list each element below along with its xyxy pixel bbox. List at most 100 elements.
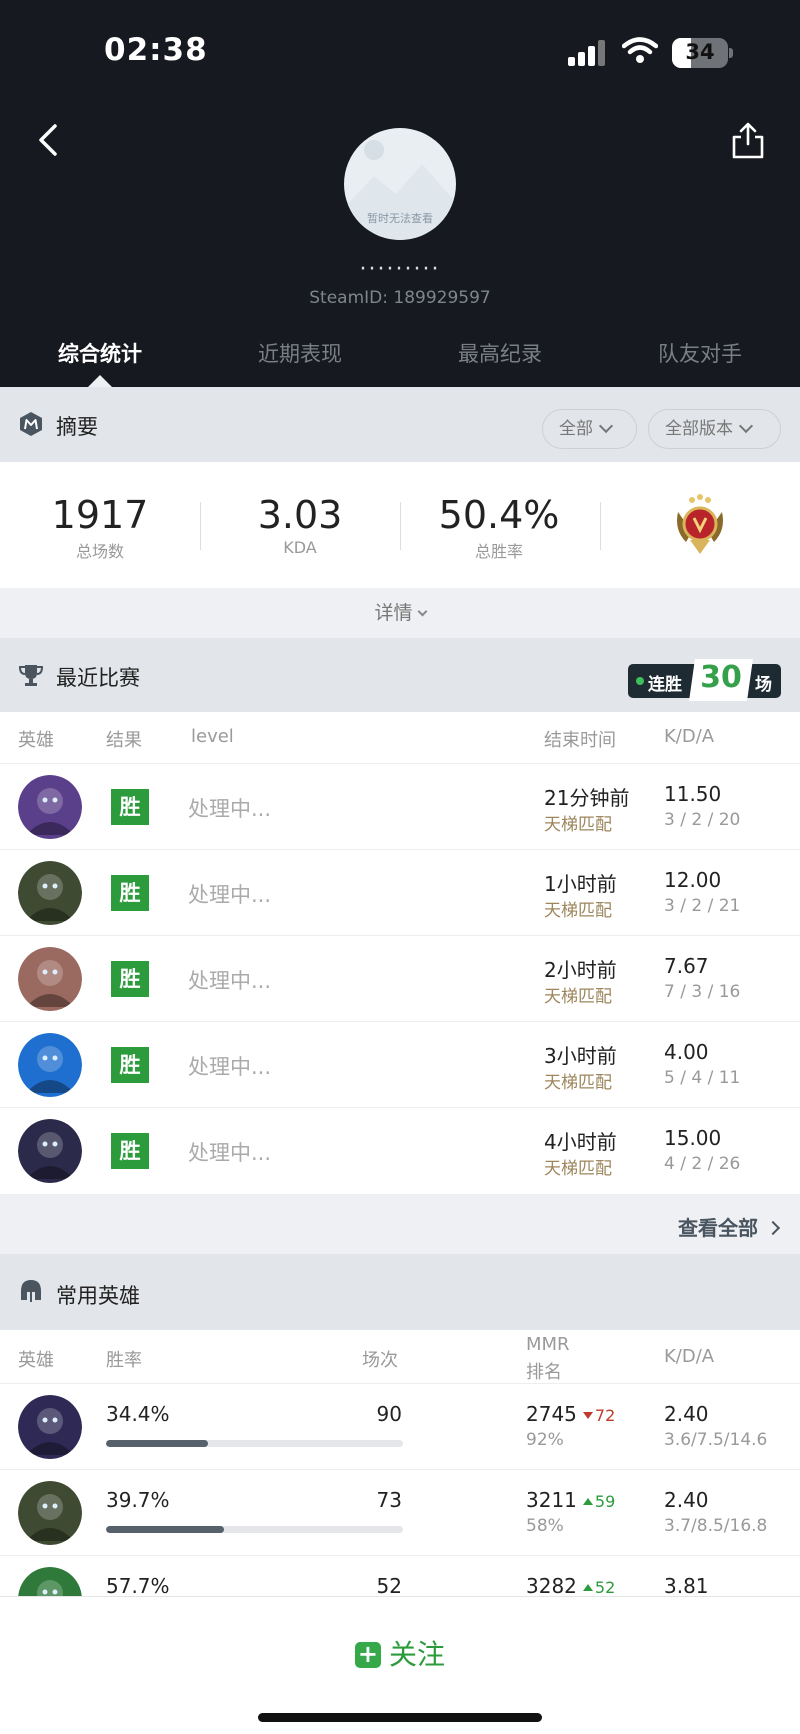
back-icon[interactable]: [30, 120, 70, 160]
hero-avatar: [18, 1395, 82, 1459]
hero-kda: 2.40: [664, 1488, 709, 1512]
chevron-down-icon: [417, 606, 427, 617]
stat-total-matches: 1917 总场数: [20, 494, 180, 562]
mmr-value: 3211: [526, 1488, 577, 1512]
trend-down-icon: [582, 1412, 593, 1419]
result-badge: 胜: [111, 961, 149, 997]
divider: [600, 502, 601, 550]
chevron-right-icon: [765, 1220, 781, 1236]
details-label: 详情: [374, 602, 413, 624]
filter-version-dropdown[interactable]: 全部版本: [648, 409, 781, 449]
mmr-value: 2745: [526, 1402, 577, 1426]
hero-mmr: 3211 59: [526, 1488, 615, 1512]
tab-recent-performance[interactable]: 近期表现: [200, 338, 400, 368]
hero-row[interactable]: 34.4% 90 2745 72 92% 2.40 3.6/7.5/14.6: [0, 1383, 800, 1469]
match-end-time: 2小时前: [544, 958, 617, 982]
match-kda: 11.50: [664, 782, 722, 806]
match-kda-detail: 5 / 4 / 11: [664, 1068, 741, 1088]
tab-teammates-opponents[interactable]: 队友对手: [600, 338, 800, 368]
filter-version-label: 全部版本: [665, 419, 733, 439]
kda-value: 3.03: [257, 493, 343, 537]
match-kda-detail: 4 / 2 / 26: [664, 1154, 741, 1174]
match-row[interactable]: 胜 处理中... 3小时前 天梯匹配 4.00 5 / 4 / 11: [0, 1021, 800, 1107]
match-level: 处理中...: [188, 1055, 272, 1079]
match-row[interactable]: 胜 处理中... 2小时前 天梯匹配 7.67 7 / 3 / 16: [0, 935, 800, 1021]
active-tab-pointer: [88, 375, 112, 387]
hero-avatar: [18, 1033, 82, 1097]
match-row[interactable]: 胜 处理中... 1小时前 天梯匹配 12.00 3 / 2 / 21: [0, 849, 800, 935]
match-row[interactable]: 胜 处理中... 21分钟前 天梯匹配 11.50 3 / 2 / 20: [0, 763, 800, 849]
mmr-delta: 72: [582, 1406, 615, 1425]
col-kda: K/D/A: [664, 726, 715, 747]
match-mode: 天梯匹配: [544, 815, 612, 835]
streak-dot: [636, 677, 644, 685]
tab-records[interactable]: 最高纪录: [400, 338, 600, 368]
hero-kda: 3.81: [664, 1574, 709, 1596]
col-end-time: 结束时间: [544, 730, 616, 751]
match-row[interactable]: 胜 处理中... 4小时前 天梯匹配 15.00 4 / 2 / 26: [0, 1107, 800, 1193]
col-hero: 英雄: [18, 730, 54, 751]
bottom-action-bar: + 关注: [0, 1596, 800, 1734]
filter-all-dropdown[interactable]: 全部: [542, 409, 637, 449]
kda-label: KDA: [283, 538, 317, 557]
status-time: 02:38: [104, 32, 208, 68]
match-kda: 7.67: [664, 954, 709, 978]
battery-tip: [729, 48, 733, 58]
hero-mmr: 3282 52: [526, 1574, 615, 1596]
match-level: 处理中...: [188, 969, 272, 993]
stat-kda: 3.03 KDA: [220, 494, 380, 557]
frequent-heroes-header: 常用英雄: [0, 1254, 800, 1330]
match-mode: 天梯匹配: [544, 901, 612, 921]
trophy-icon: [18, 665, 44, 686]
hero-matches: 90: [376, 1402, 402, 1426]
match-kda-detail: 3 / 2 / 20: [664, 810, 741, 830]
hero-mmr: 2745 72: [526, 1402, 615, 1426]
hero-row[interactable]: 39.7% 73 3211 59 58% 2.40 3.7/8.5/16.8: [0, 1469, 800, 1555]
win-rate-bar-fill: [106, 1440, 209, 1447]
chevron-down-icon: [598, 418, 614, 434]
summary-title: 摘要: [56, 415, 98, 439]
hero-win-rate: 57.7%: [106, 1574, 170, 1596]
details-toggle[interactable]: 详情: [0, 588, 800, 638]
tab-bar: 综合统计 近期表现 最高纪录 队友对手: [0, 338, 800, 372]
avatar-unavailable-text: 暂时无法查看: [367, 212, 433, 225]
win-rate-value: 50.4%: [438, 493, 560, 537]
col-mmr: MMR: [526, 1334, 570, 1355]
match-kda: 4.00: [664, 1040, 709, 1064]
hero-avatar: [18, 1119, 82, 1183]
follow-button[interactable]: + 关注: [0, 1633, 800, 1673]
share-icon[interactable]: [730, 120, 766, 160]
helmet-icon: [21, 1280, 41, 1302]
result-badge: 胜: [111, 1047, 149, 1083]
divider: [400, 502, 401, 550]
match-kda: 12.00: [664, 868, 722, 892]
trend-up-icon: [582, 1584, 593, 1591]
match-mode: 天梯匹配: [544, 1073, 612, 1093]
summary-logo-icon: [20, 412, 42, 436]
view-all-link[interactable]: 查看全部: [678, 1212, 781, 1241]
total-matches-label: 总场数: [75, 542, 124, 561]
mmr-delta-value: 52: [594, 1578, 616, 1596]
filter-all-label: 全部: [559, 419, 593, 439]
hero-avatar: [18, 947, 82, 1011]
rank-medal-icon[interactable]: [672, 492, 728, 556]
hero-matches: 73: [376, 1488, 402, 1512]
match-level: 处理中...: [188, 797, 272, 821]
frequent-heroes-table: 英雄 胜率 场次 MMR 排名 K/D/A 34.4% 90 2745 72 92% 2.…: [0, 1330, 800, 1596]
col-kda: K/D/A: [664, 1346, 715, 1367]
match-kda-detail: 7 / 3 / 16: [664, 982, 741, 1002]
hero-rank: 58%: [526, 1516, 564, 1536]
recent-matches-title: 最近比赛: [56, 666, 140, 690]
summary-section-header: 摘要 全部 全部版本: [0, 387, 800, 462]
hero-win-rate: 34.4%: [106, 1402, 170, 1426]
hero-row[interactable]: 57.7% 52 3282 52 3.81: [0, 1555, 800, 1596]
avatar[interactable]: 暂时无法查看: [344, 128, 456, 240]
streak-count: 30: [700, 660, 742, 695]
cellular-signal-icon: [568, 40, 608, 66]
win-rate-bar-fill: [106, 1526, 224, 1533]
divider: [200, 502, 201, 550]
tab-overall-stats[interactable]: 综合统计: [0, 338, 200, 368]
col-rank: 排名: [526, 1362, 562, 1383]
result-badge: 胜: [111, 789, 149, 825]
col-matches: 场次: [362, 1350, 398, 1371]
